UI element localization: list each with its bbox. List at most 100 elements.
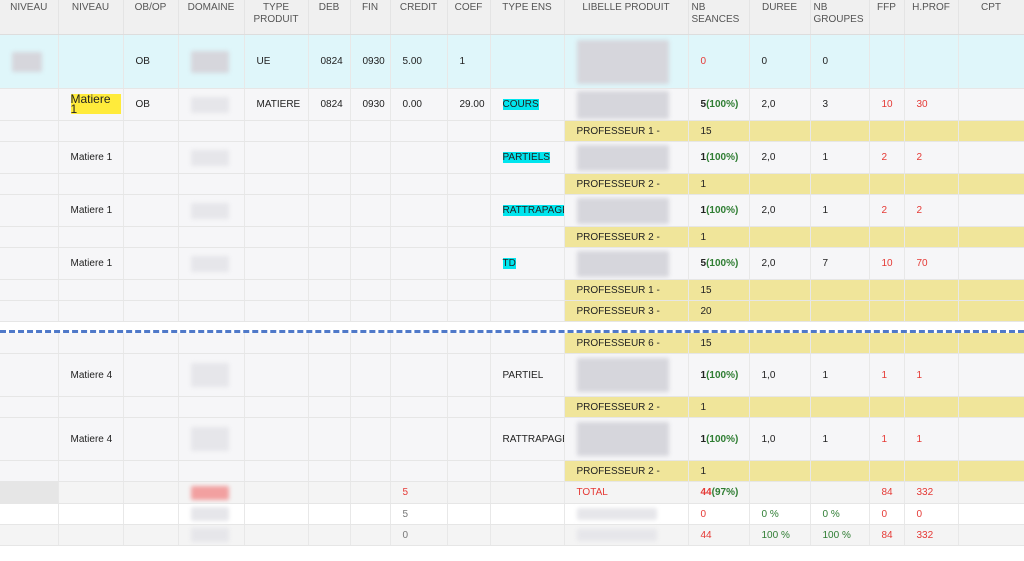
libelle-cell-redacted: [564, 503, 689, 525]
col-header-type-ens[interactable]: TYPE ENS: [490, 0, 565, 35]
col-header-ffp[interactable]: FFP: [869, 0, 905, 35]
total3-hprof: 332: [904, 524, 959, 546]
professeur-label: PROFESSEUR 1 -: [564, 279, 689, 301]
total-hprof: 332: [904, 481, 959, 504]
table-row-professeur[interactable]: PROFESSEUR 2 - 1: [0, 226, 1024, 248]
total2-duree: 0 %: [749, 503, 811, 525]
nb-seances-cell: 5(100%): [688, 247, 750, 280]
type-produit-cell: MATIERE: [244, 88, 309, 121]
nb-groupes-cell: 1: [810, 194, 870, 227]
col-header-libelle-produit[interactable]: LIBELLE PRODUIT: [564, 0, 689, 35]
duree-cell: 1,0: [749, 417, 811, 461]
professeur-label: PROFESSEUR 2 -: [564, 396, 689, 418]
nb-seances-cell: 1(100%): [688, 141, 750, 174]
libelle-cell-redacted: [564, 34, 689, 89]
col-header-niveau-2[interactable]: NIVEAU: [58, 0, 124, 35]
fin-cell: 0930: [350, 34, 391, 89]
hprof-cell: 2: [904, 141, 959, 174]
nb-seances-cell: 0: [688, 34, 750, 89]
col-header-niveau[interactable]: NIVEAU: [0, 0, 59, 35]
table-row-total-2: 5 0 0 % 0 % 0 0: [0, 503, 1024, 525]
professeur-label: PROFESSEUR 1 -: [564, 120, 689, 142]
professeur-value: 15: [688, 120, 750, 142]
domaine-cell-redacted: [178, 503, 245, 525]
coef-cell: 1: [447, 34, 491, 89]
table-row-professeur[interactable]: PROFESSEUR 2 - 1: [0, 173, 1024, 195]
nb-groupes-cell: 1: [810, 141, 870, 174]
duree-cell: 0: [749, 34, 811, 89]
header-row: NIVEAU NIVEAU OB/OP DOMAINE TYPE PRODUIT…: [0, 0, 1024, 35]
domaine-cell-redacted: [178, 524, 245, 546]
duree-cell: 2,0: [749, 194, 811, 227]
table-row-matiere[interactable]: Matiere 1 OB MATIERE 0824 0930 0.00 29.0…: [0, 88, 1024, 121]
nb-groupes-cell: 1: [810, 417, 870, 461]
nb-groupes-cell: 7: [810, 247, 870, 280]
libelle-cell-redacted: [564, 88, 689, 121]
table-row-professeur[interactable]: PROFESSEUR 2 - 1: [0, 460, 1024, 482]
total-nb-seances: 44(97%): [688, 481, 750, 504]
table-row-total-3: 0 44 100 % 100 % 84 332: [0, 524, 1024, 546]
hprof-cell: 70: [904, 247, 959, 280]
professeur-value: 15: [688, 333, 750, 354]
niveau2-cell: Matiere 1: [58, 247, 124, 280]
libelle-cell-redacted: [564, 247, 689, 280]
deb-cell: 0824: [308, 34, 351, 89]
professeur-label: PROFESSEUR 2 -: [564, 460, 689, 482]
col-header-nb-seances[interactable]: NB SEANCES: [688, 0, 750, 35]
duree-cell: 2,0: [749, 88, 811, 121]
domaine-cell-redacted: [178, 194, 245, 227]
table-row-matiere[interactable]: Matiere 4 RATTRAPAGE 1(100%) 1,0 1 1 1: [0, 417, 1024, 461]
col-header-cpt[interactable]: CPT: [958, 0, 1024, 35]
col-header-nb-groupes[interactable]: NB GROUPES: [810, 0, 870, 35]
libelle-cell-redacted: [564, 524, 689, 546]
col-header-type-produit[interactable]: TYPE PRODUIT: [244, 0, 309, 35]
col-header-fin[interactable]: FIN: [350, 0, 391, 35]
total2-nb-seances: 0: [688, 503, 750, 525]
professeur-value: 1: [688, 460, 750, 482]
niveau2-cell: Matiere 1: [58, 194, 124, 227]
ffp-cell: 2: [869, 194, 905, 227]
type-ens-cell: RATTRAPAGE: [490, 194, 565, 227]
niveau-cell-redacted: [0, 34, 59, 89]
table-row-professeur[interactable]: PROFESSEUR 2 - 1: [0, 396, 1024, 418]
page-break-dashed-line: [0, 330, 1024, 333]
table-row-total: 5 TOTAL 44(97%) 84 332: [0, 481, 1024, 504]
libelle-cell-redacted: [564, 141, 689, 174]
type-ens-cell: TD: [490, 247, 565, 280]
table-row-matiere[interactable]: Matiere 4 PARTIEL 1(100%) 1,0 1 1 1: [0, 353, 1024, 397]
nb-groupes-cell: 3: [810, 88, 870, 121]
col-header-credit[interactable]: CREDIT: [390, 0, 448, 35]
professeur-value: 1: [688, 396, 750, 418]
table-row-professeur[interactable]: PROFESSEUR 1 - 15: [0, 120, 1024, 142]
table-row-professeur[interactable]: PROFESSEUR 3 - 20: [0, 300, 1024, 322]
professeur-label: PROFESSEUR 2 -: [564, 226, 689, 248]
col-header-duree[interactable]: DUREE: [749, 0, 811, 35]
col-header-coef[interactable]: COEF: [447, 0, 491, 35]
professeur-label: PROFESSEUR 3 -: [564, 300, 689, 322]
hprof-cell: 1: [904, 353, 959, 397]
duree-cell: 1,0: [749, 353, 811, 397]
ffp-cell: 10: [869, 88, 905, 121]
nb-seances-cell: 1(100%): [688, 194, 750, 227]
type-ens-cell: COURS: [490, 88, 565, 121]
hprof-cell: 2: [904, 194, 959, 227]
table-row-matiere[interactable]: Matiere 1 RATTRAPAGE 1(100%) 2,0 1 2 2: [0, 194, 1024, 227]
total3-nb-seances: 44: [688, 524, 750, 546]
coef-cell: 29.00: [447, 88, 491, 121]
nb-seances-cell: 1(100%): [688, 417, 750, 461]
col-header-deb[interactable]: DEB: [308, 0, 351, 35]
table-row-ue[interactable]: OB UE 0824 0930 5.00 1 0 0 0: [0, 34, 1024, 89]
domaine-cell-redacted: [178, 247, 245, 280]
niveau2-cell: Matiere 4: [58, 353, 124, 397]
niveau2-cell: Matiere 1: [58, 88, 124, 121]
table-row-professeur[interactable]: PROFESSEUR 6 - 15: [0, 333, 1024, 354]
table-row-matiere[interactable]: Matiere 1 TD 5(100%) 2,0 7 10 70: [0, 247, 1024, 280]
table-row-professeur[interactable]: PROFESSEUR 1 - 15: [0, 279, 1024, 301]
table-row-matiere[interactable]: Matiere 1 PARTIELS 1(100%) 2,0 1 2 2: [0, 141, 1024, 174]
hprof-cell: 30: [904, 88, 959, 121]
col-header-obop[interactable]: OB/OP: [123, 0, 179, 35]
col-header-hprof[interactable]: H.PROF: [904, 0, 959, 35]
fin-cell: 0930: [350, 88, 391, 121]
col-header-domaine[interactable]: DOMAINE: [178, 0, 245, 35]
total3-duree: 100 %: [749, 524, 811, 546]
